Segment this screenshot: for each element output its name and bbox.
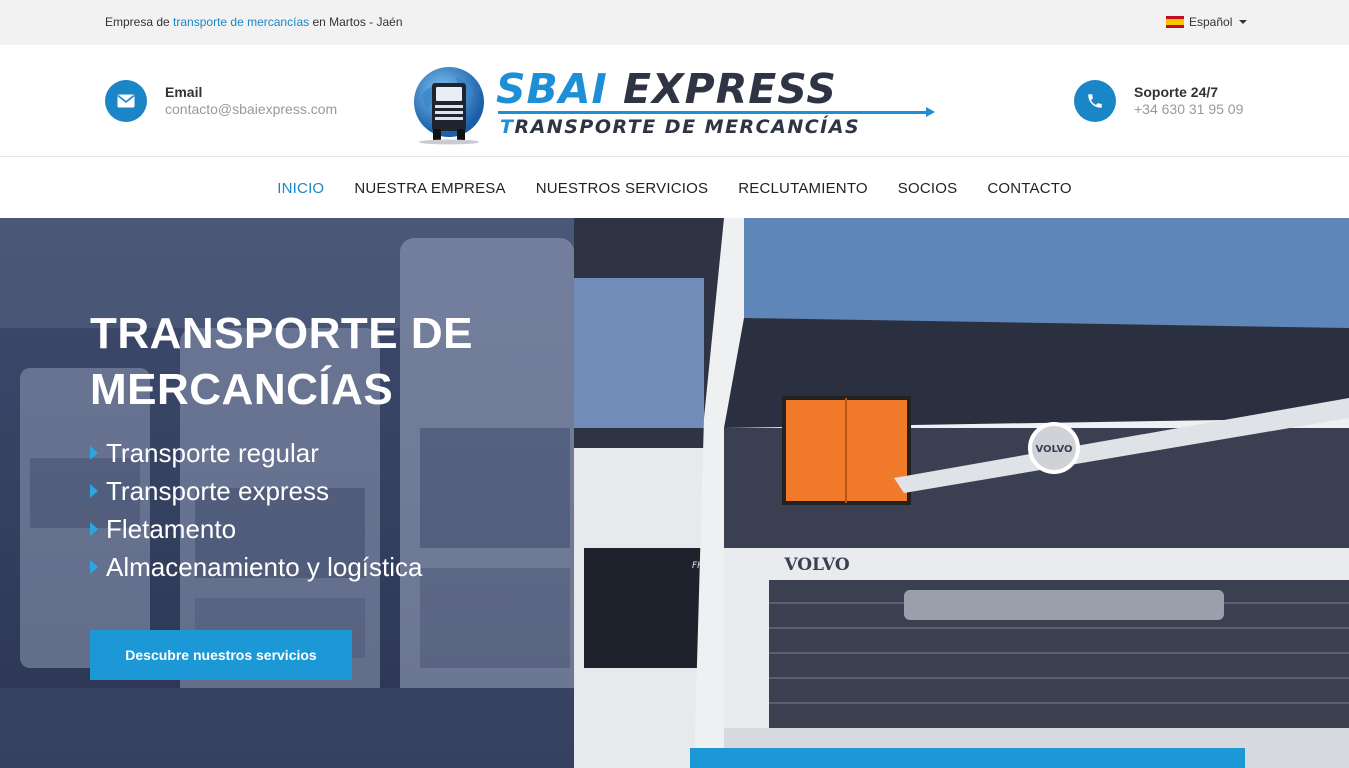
list-item: Transporte express [90, 472, 422, 510]
support-label: Soporte 24/7 [1134, 84, 1219, 100]
caret-right-icon [90, 446, 98, 460]
logo-subtitle-initial: T [500, 116, 515, 138]
support-contact[interactable]: Soporte 24/7 +34 630 31 95 09 [1074, 80, 1243, 122]
hero-truck-photo: VOLVO VOLVO FH [574, 218, 1349, 768]
tagline-link[interactable]: transporte de mercancías [173, 15, 309, 29]
nav-item-reclutamiento[interactable]: RECLUTAMIENTO [738, 180, 868, 197]
discover-services-button[interactable]: Descubre nuestros servicios [90, 630, 352, 680]
nav-item-socios[interactable]: SOCIOS [898, 180, 958, 197]
header: Email contacto@sbaiexpress.com SBAI EXPR… [0, 45, 1349, 157]
email-value[interactable]: contacto@sbaiexpress.com [165, 101, 337, 118]
logo-subtitle: TRANSPORTE DE MERCANCÍAS [500, 115, 860, 139]
caret-right-icon [90, 522, 98, 536]
top-bar: Empresa de transporte de mercancías en M… [0, 0, 1349, 45]
tagline-prefix: Empresa de [105, 15, 174, 29]
logo-word-express: EXPRESS [623, 65, 837, 113]
hero-title-line2: MERCANCÍAS [90, 365, 394, 414]
service-label: Almacenamiento y logística [106, 551, 423, 582]
main-navigation: INICIO NUESTRA EMPRESA NUESTROS SERVICIO… [0, 158, 1349, 218]
services-list: Transporte regular Transporte express Fl… [90, 434, 422, 586]
svg-text:VOLVO: VOLVO [1035, 444, 1072, 455]
logo-underline [498, 111, 932, 114]
service-label: Transporte express [106, 475, 330, 506]
nav-item-inicio[interactable]: INICIO [277, 180, 324, 197]
caret-right-icon [90, 560, 98, 574]
logo-word-sbai: SBAI [496, 65, 608, 113]
hero-banner: VOLVO VOLVO FH TRANSPORTE DE MERCANCÍAS … [0, 218, 1349, 768]
truck-model-label: FH [692, 561, 704, 571]
volvo-truck-image: VOLVO VOLVO FH [574, 218, 1349, 768]
logo-subtitle-rest: RANSPORTE DE MERCANCÍAS [514, 116, 861, 138]
logo-wordmark: SBAI EXPRESS [496, 67, 837, 111]
nav-item-nuestra-empresa[interactable]: NUESTRA EMPRESA [354, 180, 505, 197]
site-logo[interactable]: SBAI EXPRESS TRANSPORTE DE MERCANCÍAS [412, 65, 937, 147]
language-selector[interactable]: Español [1166, 14, 1248, 30]
nav-item-nuestros-servicios[interactable]: NUESTROS SERVICIOS [536, 180, 709, 197]
chevron-down-icon [1239, 20, 1248, 24]
support-phone[interactable]: +34 630 31 95 09 [1134, 101, 1243, 118]
globe-truck-logo-icon [414, 67, 484, 145]
truck-brand-label: VOLVO [783, 555, 850, 575]
arrow-right-icon [926, 107, 935, 117]
nav-item-contacto[interactable]: CONTACTO [987, 180, 1071, 197]
hero-title-line1: TRANSPORTE DE [90, 309, 473, 358]
tagline-suffix: en Martos - Jaén [309, 15, 403, 29]
language-label: Español [1189, 15, 1233, 29]
caret-right-icon [90, 484, 98, 498]
tagline: Empresa de transporte de mercancías en M… [105, 15, 403, 29]
bottom-accent-bar [690, 748, 1245, 768]
email-contact[interactable]: Email contacto@sbaiexpress.com [105, 80, 337, 122]
list-item: Fletamento [90, 510, 422, 548]
list-item: Almacenamiento y logística [90, 548, 422, 586]
envelope-icon [105, 80, 147, 122]
service-label: Fletamento [106, 513, 237, 544]
list-item: Transporte regular [90, 434, 422, 472]
service-label: Transporte regular [106, 437, 319, 468]
email-label: Email [165, 84, 203, 100]
spain-flag-icon [1166, 16, 1184, 28]
phone-icon [1074, 80, 1116, 122]
hero-title: TRANSPORTE DE MERCANCÍAS [90, 306, 473, 418]
